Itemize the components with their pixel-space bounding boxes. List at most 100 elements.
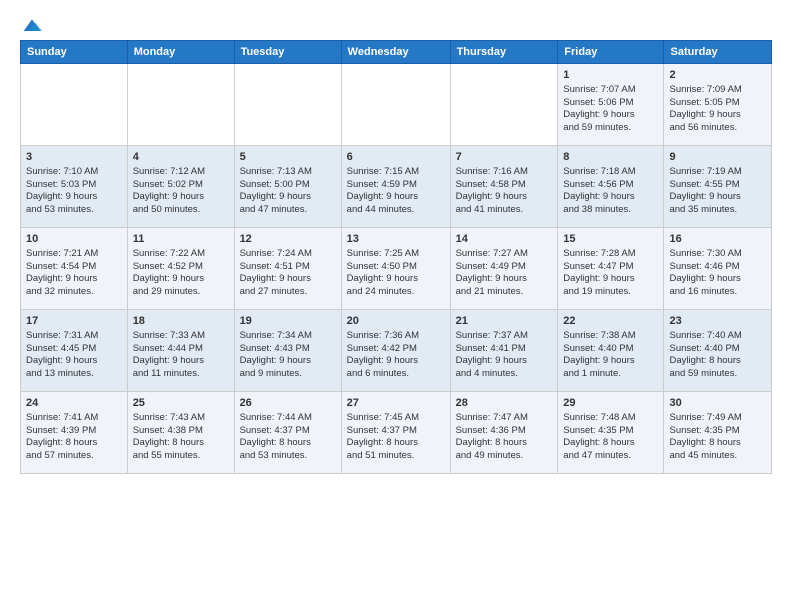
calendar-cell: 27Sunrise: 7:45 AM Sunset: 4:37 PM Dayli… (341, 392, 450, 474)
page: SundayMondayTuesdayWednesdayThursdayFrid… (0, 0, 792, 484)
day-info: Sunrise: 7:47 AM Sunset: 4:36 PM Dayligh… (456, 412, 528, 461)
calendar-cell: 22Sunrise: 7:38 AM Sunset: 4:40 PM Dayli… (558, 310, 664, 392)
weekday-header-sunday: Sunday (21, 41, 128, 64)
calendar-cell: 26Sunrise: 7:44 AM Sunset: 4:37 PM Dayli… (234, 392, 341, 474)
day-number: 22 (563, 314, 658, 329)
day-number: 29 (563, 396, 658, 411)
day-info: Sunrise: 7:48 AM Sunset: 4:35 PM Dayligh… (563, 412, 635, 461)
day-info: Sunrise: 7:38 AM Sunset: 4:40 PM Dayligh… (563, 330, 635, 379)
weekday-header-thursday: Thursday (450, 41, 558, 64)
day-number: 30 (669, 396, 766, 411)
calendar-cell: 25Sunrise: 7:43 AM Sunset: 4:38 PM Dayli… (127, 392, 234, 474)
calendar-cell (450, 64, 558, 146)
calendar-cell: 16Sunrise: 7:30 AM Sunset: 4:46 PM Dayli… (664, 228, 772, 310)
day-number: 8 (563, 150, 658, 165)
calendar-cell: 9Sunrise: 7:19 AM Sunset: 4:55 PM Daylig… (664, 146, 772, 228)
calendar-week-row: 24Sunrise: 7:41 AM Sunset: 4:39 PM Dayli… (21, 392, 772, 474)
day-number: 11 (133, 232, 229, 247)
day-number: 20 (347, 314, 445, 329)
day-number: 27 (347, 396, 445, 411)
day-info: Sunrise: 7:34 AM Sunset: 4:43 PM Dayligh… (240, 330, 312, 379)
calendar-cell: 13Sunrise: 7:25 AM Sunset: 4:50 PM Dayli… (341, 228, 450, 310)
calendar-week-row: 10Sunrise: 7:21 AM Sunset: 4:54 PM Dayli… (21, 228, 772, 310)
day-info: Sunrise: 7:37 AM Sunset: 4:41 PM Dayligh… (456, 330, 528, 379)
day-info: Sunrise: 7:49 AM Sunset: 4:35 PM Dayligh… (669, 412, 741, 461)
weekday-header-saturday: Saturday (664, 41, 772, 64)
calendar-cell: 6Sunrise: 7:15 AM Sunset: 4:59 PM Daylig… (341, 146, 450, 228)
calendar-cell: 21Sunrise: 7:37 AM Sunset: 4:41 PM Dayli… (450, 310, 558, 392)
day-info: Sunrise: 7:18 AM Sunset: 4:56 PM Dayligh… (563, 166, 635, 215)
calendar-cell (21, 64, 128, 146)
day-info: Sunrise: 7:07 AM Sunset: 5:06 PM Dayligh… (563, 84, 635, 133)
day-info: Sunrise: 7:30 AM Sunset: 4:46 PM Dayligh… (669, 248, 741, 297)
calendar-cell: 23Sunrise: 7:40 AM Sunset: 4:40 PM Dayli… (664, 310, 772, 392)
day-info: Sunrise: 7:45 AM Sunset: 4:37 PM Dayligh… (347, 412, 419, 461)
weekday-header-wednesday: Wednesday (341, 41, 450, 64)
calendar-cell: 8Sunrise: 7:18 AM Sunset: 4:56 PM Daylig… (558, 146, 664, 228)
day-number: 21 (456, 314, 553, 329)
day-info: Sunrise: 7:13 AM Sunset: 5:00 PM Dayligh… (240, 166, 312, 215)
day-number: 26 (240, 396, 336, 411)
calendar-cell: 19Sunrise: 7:34 AM Sunset: 4:43 PM Dayli… (234, 310, 341, 392)
logo (20, 16, 42, 32)
calendar-cell: 12Sunrise: 7:24 AM Sunset: 4:51 PM Dayli… (234, 228, 341, 310)
day-number: 18 (133, 314, 229, 329)
day-number: 15 (563, 232, 658, 247)
calendar-cell: 29Sunrise: 7:48 AM Sunset: 4:35 PM Dayli… (558, 392, 664, 474)
day-info: Sunrise: 7:25 AM Sunset: 4:50 PM Dayligh… (347, 248, 419, 297)
calendar-cell: 17Sunrise: 7:31 AM Sunset: 4:45 PM Dayli… (21, 310, 128, 392)
day-info: Sunrise: 7:41 AM Sunset: 4:39 PM Dayligh… (26, 412, 98, 461)
calendar-cell: 3Sunrise: 7:10 AM Sunset: 5:03 PM Daylig… (21, 146, 128, 228)
day-info: Sunrise: 7:24 AM Sunset: 4:51 PM Dayligh… (240, 248, 312, 297)
day-number: 5 (240, 150, 336, 165)
day-number: 6 (347, 150, 445, 165)
header (20, 16, 772, 32)
calendar-week-row: 1Sunrise: 7:07 AM Sunset: 5:06 PM Daylig… (21, 64, 772, 146)
weekday-header-monday: Monday (127, 41, 234, 64)
calendar-cell: 10Sunrise: 7:21 AM Sunset: 4:54 PM Dayli… (21, 228, 128, 310)
calendar-cell (234, 64, 341, 146)
calendar-cell: 30Sunrise: 7:49 AM Sunset: 4:35 PM Dayli… (664, 392, 772, 474)
logo-icon (22, 16, 42, 36)
calendar-cell: 14Sunrise: 7:27 AM Sunset: 4:49 PM Dayli… (450, 228, 558, 310)
day-number: 25 (133, 396, 229, 411)
calendar-cell: 5Sunrise: 7:13 AM Sunset: 5:00 PM Daylig… (234, 146, 341, 228)
day-number: 14 (456, 232, 553, 247)
day-info: Sunrise: 7:36 AM Sunset: 4:42 PM Dayligh… (347, 330, 419, 379)
calendar-cell: 15Sunrise: 7:28 AM Sunset: 4:47 PM Dayli… (558, 228, 664, 310)
day-info: Sunrise: 7:22 AM Sunset: 4:52 PM Dayligh… (133, 248, 205, 297)
day-number: 19 (240, 314, 336, 329)
day-number: 17 (26, 314, 122, 329)
day-number: 10 (26, 232, 122, 247)
calendar-header-row: SundayMondayTuesdayWednesdayThursdayFrid… (21, 41, 772, 64)
day-info: Sunrise: 7:15 AM Sunset: 4:59 PM Dayligh… (347, 166, 419, 215)
day-number: 24 (26, 396, 122, 411)
day-info: Sunrise: 7:31 AM Sunset: 4:45 PM Dayligh… (26, 330, 98, 379)
day-info: Sunrise: 7:10 AM Sunset: 5:03 PM Dayligh… (26, 166, 98, 215)
calendar-cell: 18Sunrise: 7:33 AM Sunset: 4:44 PM Dayli… (127, 310, 234, 392)
day-number: 16 (669, 232, 766, 247)
calendar-cell: 7Sunrise: 7:16 AM Sunset: 4:58 PM Daylig… (450, 146, 558, 228)
day-number: 9 (669, 150, 766, 165)
day-info: Sunrise: 7:27 AM Sunset: 4:49 PM Dayligh… (456, 248, 528, 297)
day-info: Sunrise: 7:28 AM Sunset: 4:47 PM Dayligh… (563, 248, 635, 297)
day-number: 2 (669, 68, 766, 83)
day-info: Sunrise: 7:40 AM Sunset: 4:40 PM Dayligh… (669, 330, 741, 379)
calendar-cell: 1Sunrise: 7:07 AM Sunset: 5:06 PM Daylig… (558, 64, 664, 146)
day-info: Sunrise: 7:33 AM Sunset: 4:44 PM Dayligh… (133, 330, 205, 379)
day-info: Sunrise: 7:43 AM Sunset: 4:38 PM Dayligh… (133, 412, 205, 461)
calendar-cell: 4Sunrise: 7:12 AM Sunset: 5:02 PM Daylig… (127, 146, 234, 228)
calendar-cell (127, 64, 234, 146)
calendar-week-row: 3Sunrise: 7:10 AM Sunset: 5:03 PM Daylig… (21, 146, 772, 228)
calendar-cell: 28Sunrise: 7:47 AM Sunset: 4:36 PM Dayli… (450, 392, 558, 474)
day-info: Sunrise: 7:16 AM Sunset: 4:58 PM Dayligh… (456, 166, 528, 215)
day-info: Sunrise: 7:09 AM Sunset: 5:05 PM Dayligh… (669, 84, 741, 133)
day-number: 1 (563, 68, 658, 83)
day-number: 4 (133, 150, 229, 165)
calendar-cell: 20Sunrise: 7:36 AM Sunset: 4:42 PM Dayli… (341, 310, 450, 392)
day-number: 23 (669, 314, 766, 329)
day-info: Sunrise: 7:12 AM Sunset: 5:02 PM Dayligh… (133, 166, 205, 215)
day-info: Sunrise: 7:21 AM Sunset: 4:54 PM Dayligh… (26, 248, 98, 297)
calendar-cell: 24Sunrise: 7:41 AM Sunset: 4:39 PM Dayli… (21, 392, 128, 474)
day-number: 13 (347, 232, 445, 247)
